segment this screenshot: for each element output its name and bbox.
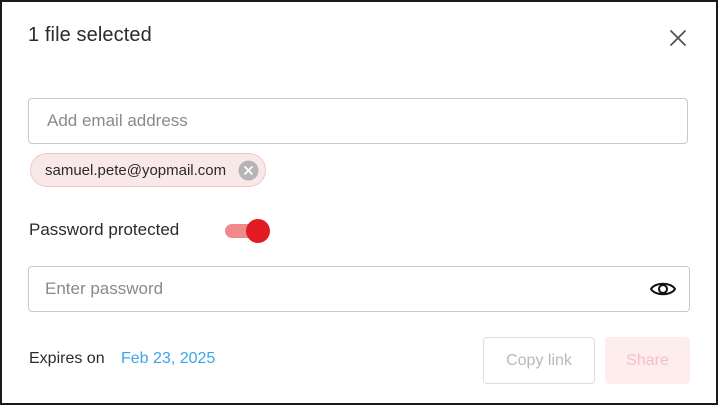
eye-icon	[650, 282, 676, 296]
recipient-chip: samuel.pete@yopmail.com	[30, 153, 267, 187]
remove-circle-icon	[238, 160, 259, 180]
password-protected-toggle[interactable]	[225, 218, 271, 244]
share-button[interactable]: Share	[605, 337, 690, 384]
password-input[interactable]	[29, 267, 629, 311]
share-dialog: 1 file selected samuel.pete@yopmail.com …	[0, 0, 718, 405]
close-button[interactable]	[666, 26, 690, 50]
copy-link-button[interactable]: Copy link	[483, 337, 595, 384]
email-input[interactable]	[28, 98, 688, 144]
expires-label: Expires on	[29, 350, 105, 367]
toggle-password-visibility-button[interactable]	[649, 276, 677, 302]
password-field	[28, 266, 690, 312]
dialog-title: 1 file selected	[28, 24, 152, 46]
recipient-chip-email: samuel.pete@yopmail.com	[45, 161, 227, 179]
close-icon	[670, 30, 686, 46]
remove-recipient-button[interactable]	[238, 160, 259, 181]
expiry-date-link[interactable]: Feb 23, 2025	[121, 350, 215, 368]
password-protected-label: Password protected	[29, 220, 180, 239]
toggle-knob	[246, 219, 270, 243]
